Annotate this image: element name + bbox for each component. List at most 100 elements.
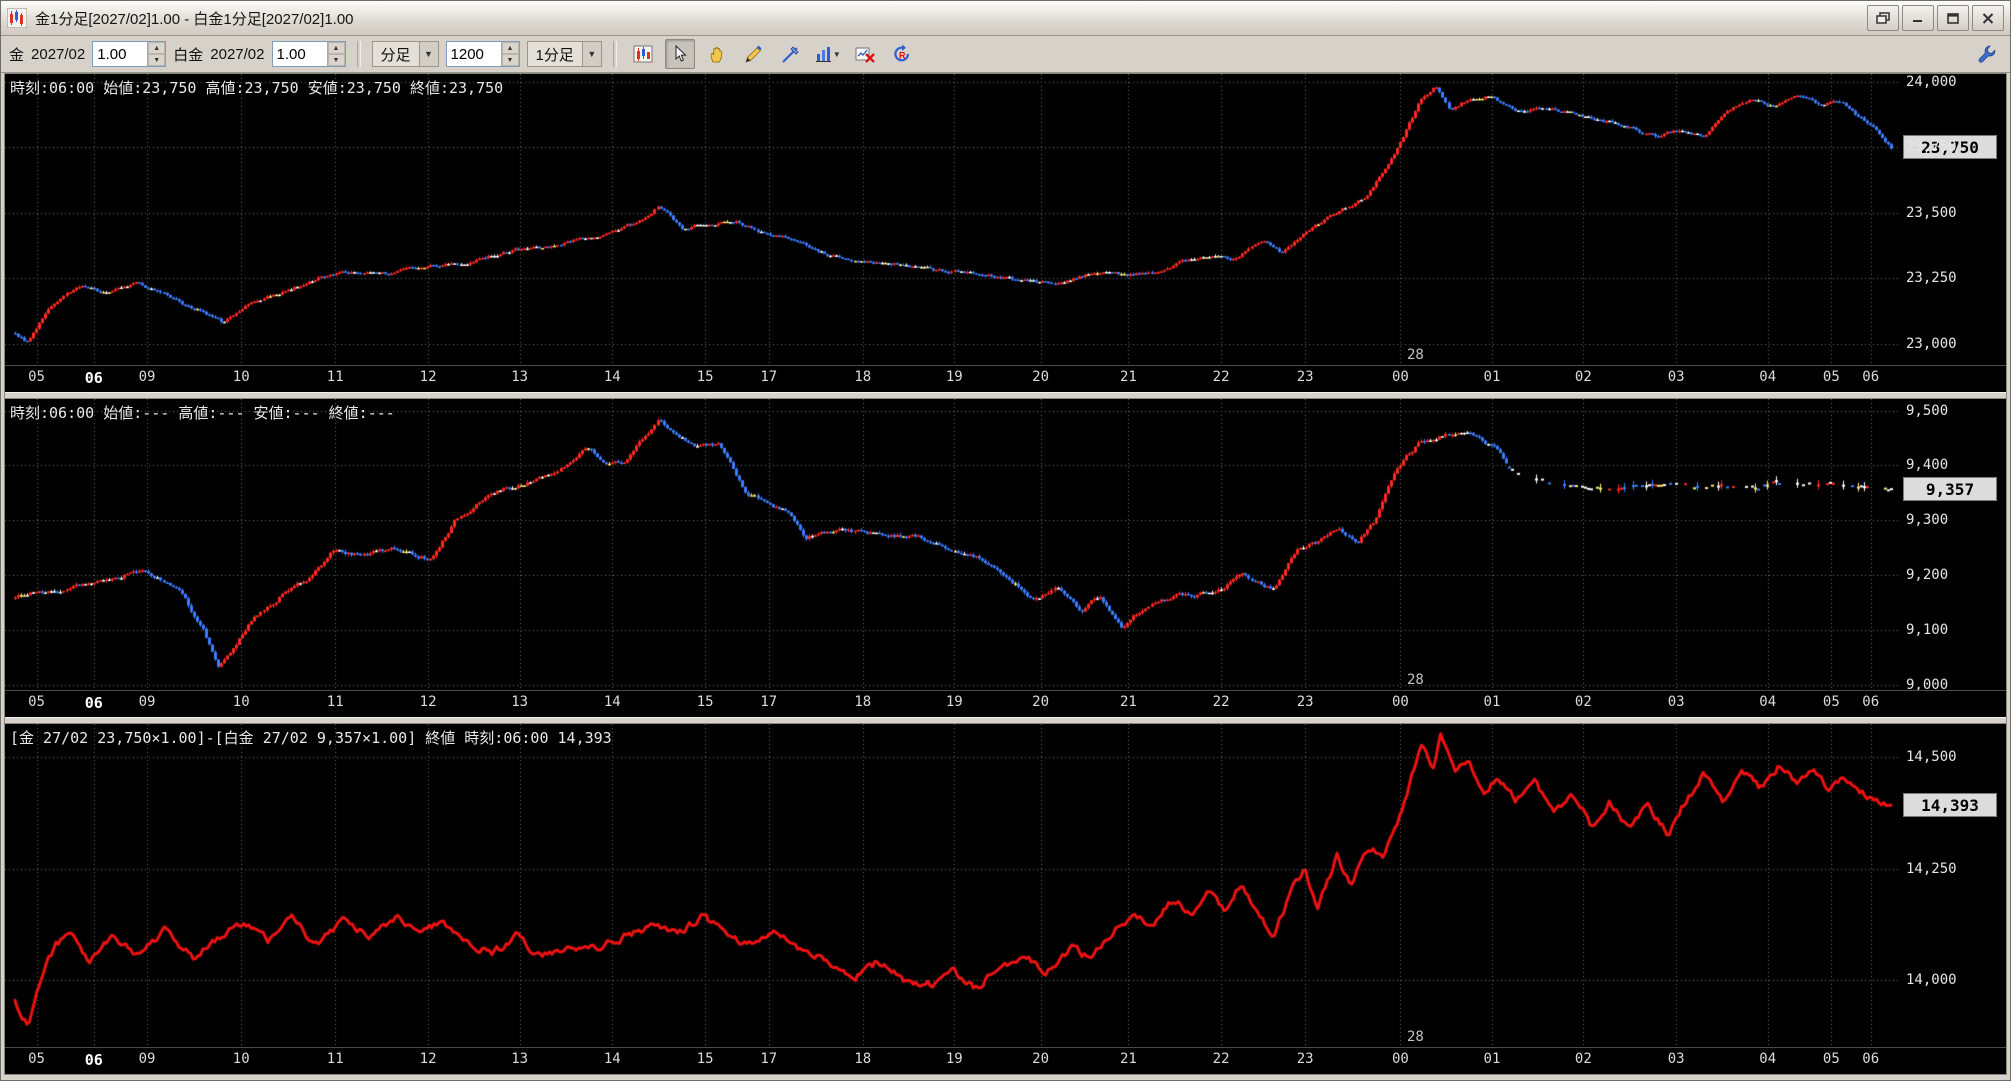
x-axis-time-label: 06 (1862, 694, 1880, 710)
platinum-multiplier-down-button[interactable]: ▼ (327, 54, 345, 66)
bar-count-stepper: ▲ ▼ (445, 41, 520, 67)
minimize-button[interactable] (1902, 5, 1934, 31)
platinum-label: 白金 (173, 46, 204, 64)
x-axis-time-label: 05 (28, 694, 45, 710)
platinum-multiplier-input[interactable] (272, 42, 327, 66)
toolbar: 金 2027/02 ▲ ▼ 白金 2027/02 ▲ ▼ 分足 ▼ ▲ (1, 36, 2010, 73)
platinum-multiplier-stepper: ▲ ▼ (271, 41, 346, 67)
window-title: 金1分足[2027/02]1.00 - 白金1分足[2027/02]1.00 (35, 10, 354, 28)
x-axis-time-label: 12 (419, 1051, 437, 1067)
gold-multiplier-stepper: ▲ ▼ (92, 41, 167, 67)
platinum-contract-label: 2027/02 (210, 45, 265, 63)
platinum-y-axis: 9,357 9,500 9,400 9,300 9,200 9,100 9,000 (1901, 399, 2006, 693)
close-button[interactable] (1972, 5, 2004, 31)
x-axis-time-label: 17 (760, 369, 778, 385)
x-axis-time-label: 23 (1296, 369, 1314, 385)
svg-text:R: R (899, 51, 906, 61)
indicator-menu-button[interactable]: ▼ (813, 39, 843, 69)
x-axis-time-label: 03 (1667, 369, 1685, 385)
gold-candlestick-canvas[interactable] (5, 74, 1901, 365)
y-axis-tick-label: 23,000 (1906, 336, 1957, 353)
bar-count-down-button[interactable]: ▼ (501, 54, 519, 66)
x-axis-time-label: 09 (138, 1051, 156, 1067)
x-axis-time-label: 22 (1212, 1051, 1230, 1067)
toolbar-separator (612, 41, 617, 67)
x-axis-time-label: 12 (419, 369, 437, 385)
timeframe-dropdown[interactable]: 1分足 ▼ (526, 41, 602, 67)
x-axis-time-label: 18 (854, 694, 872, 710)
bar-type-label: 分足 (380, 46, 411, 64)
spread-chart-panel: [金 27/02 23,750×1.00]-[白金 27/02 9,357×1.… (5, 724, 2006, 1074)
x-axis-time-label: 10 (232, 1051, 250, 1067)
x-axis-time-label: 19 (945, 1051, 963, 1067)
x-axis-time-label: 21 (1119, 369, 1137, 385)
x-axis-time-label: 09 (138, 369, 156, 385)
x-axis-time-label: 13 (511, 369, 529, 385)
x-axis-time-label: 13 (511, 694, 529, 710)
platinum-last-price-badge: 9,357 (1903, 476, 1997, 501)
platinum-candlestick-canvas[interactable] (5, 399, 1901, 690)
y-axis-tick-label: 23,250 (1906, 270, 1957, 287)
x-axis-time-label: 20 (1032, 369, 1050, 385)
pencil-draw-button[interactable] (739, 39, 769, 69)
x-axis-time-label: 15 (696, 369, 714, 385)
panel-splitter[interactable] (5, 717, 2006, 724)
cursor-select-icon (675, 45, 687, 62)
y-axis-tick-label: 14,500 (1906, 749, 1957, 766)
x-axis-time-label: 02 (1574, 369, 1592, 385)
indicator-bars-icon (815, 47, 831, 62)
x-axis-time-label: 20 (1032, 1051, 1050, 1067)
toolbar-separator (356, 41, 361, 67)
platinum-chart-panel: 時刻:06:00 始値:--- 高値:--- 安値:--- 終値:--- 28 … (5, 399, 2006, 717)
x-axis-time-label: 19 (945, 694, 963, 710)
platinum-multiplier-up-button[interactable]: ▲ (327, 42, 345, 54)
float-window-button[interactable] (1867, 5, 1899, 31)
spread-plot-area: [金 27/02 23,750×1.00]-[白金 27/02 9,357×1.… (5, 724, 1901, 1047)
x-axis-time-label: 11 (326, 369, 344, 385)
spin-up-icon: ▲ (153, 44, 161, 52)
chart-format-icon (633, 45, 653, 63)
bar-count-up-button[interactable]: ▲ (501, 42, 519, 54)
x-axis-time-label: 14 (603, 369, 621, 385)
panel-splitter[interactable] (5, 392, 2006, 399)
spin-down-icon: ▼ (506, 56, 514, 64)
bar-count-input[interactable] (446, 42, 501, 66)
gold-label: 金 (9, 46, 25, 64)
x-axis-time-label: 19 (945, 369, 963, 385)
gold-multiplier-down-button[interactable]: ▼ (148, 54, 166, 66)
x-axis-time-label: 21 (1119, 694, 1137, 710)
x-axis-time-label: 05 (28, 369, 45, 385)
x-axis-time-label: 23 (1296, 1051, 1314, 1067)
refresh-button[interactable]: R (887, 39, 917, 69)
pen-line-button[interactable] (776, 39, 806, 69)
x-axis-time-label: 04 (1759, 1051, 1777, 1067)
maximize-button[interactable] (1937, 5, 1969, 31)
settings-wrench-button[interactable] (1972, 39, 2002, 69)
x-axis-time-label: 06 (84, 694, 103, 712)
x-axis-time-label: 21 (1119, 1051, 1137, 1067)
x-axis-time-label: 22 (1212, 694, 1230, 710)
x-axis-time-label: 18 (854, 369, 872, 385)
pencil-draw-icon (745, 45, 762, 63)
chevron-down-icon: ▼ (418, 42, 438, 66)
x-axis-time-label: 12 (419, 694, 437, 710)
cursor-select-button[interactable] (664, 39, 695, 69)
chart-format-button[interactable] (628, 39, 658, 69)
spread-line-canvas[interactable] (5, 724, 1901, 1047)
y-axis-tick-label: 23,500 (1906, 204, 1957, 221)
x-axis-time-label: 01 (1483, 694, 1501, 710)
bar-type-dropdown[interactable]: 分足 ▼ (371, 41, 439, 67)
gold-multiplier-up-button[interactable]: ▲ (148, 42, 166, 54)
refresh-icon: R (894, 44, 909, 62)
x-axis-time-label: 18 (854, 1051, 872, 1067)
hand-pan-button[interactable] (702, 39, 732, 69)
y-axis-tick-label: 9,300 (1906, 512, 1949, 529)
spread-last-price-badge: 14,393 (1903, 793, 1997, 818)
timeframe-label: 1分足 (535, 46, 574, 64)
minimize-icon (1913, 20, 1922, 22)
gold-multiplier-input[interactable] (93, 42, 148, 66)
window-controls (1867, 5, 2004, 31)
delete-chart-button[interactable] (850, 39, 880, 69)
x-axis-time-label: 05 (28, 1051, 45, 1067)
title-bar: 金1分足[2027/02]1.00 - 白金1分足[2027/02]1.00 (1, 1, 2010, 36)
